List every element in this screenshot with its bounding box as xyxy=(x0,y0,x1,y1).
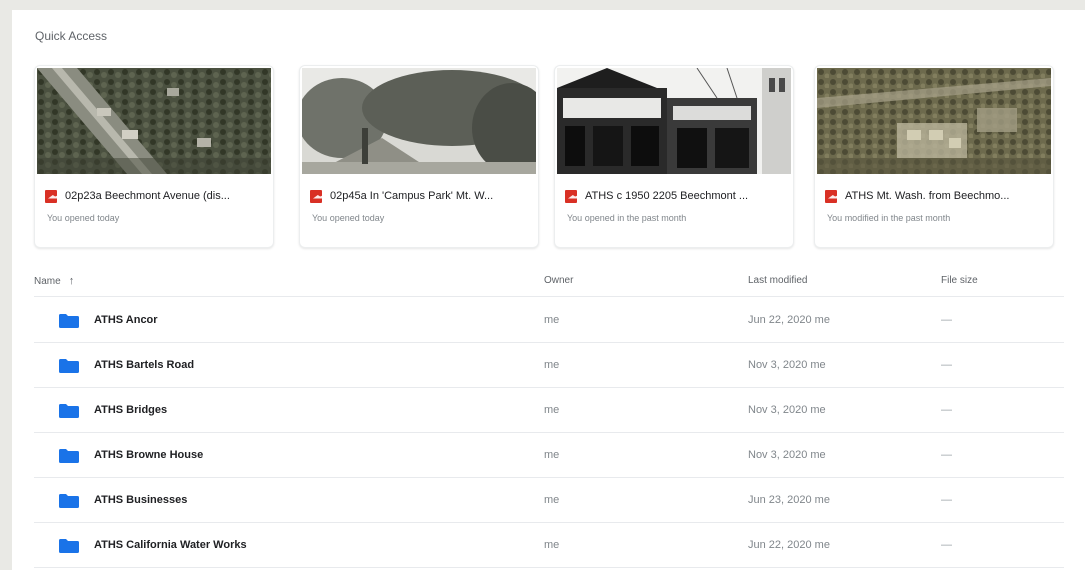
row-file-name: ATHS Bartels Road xyxy=(94,359,195,371)
table-row[interactable]: ATHS Browne House me Nov 3, 2020 me — xyxy=(34,432,1064,478)
row-file-size: — xyxy=(941,404,952,416)
column-header-name[interactable]: Name ↑ xyxy=(34,275,74,287)
row-last-modified: Nov 3, 2020 me xyxy=(748,449,826,461)
row-owner: me xyxy=(544,359,560,371)
column-header-owner[interactable]: Owner xyxy=(544,275,573,286)
row-file-name: ATHS Ancor xyxy=(94,314,158,326)
card-activity: You opened today xyxy=(312,213,385,223)
file-thumbnail xyxy=(302,68,536,174)
row-owner: me xyxy=(544,494,560,506)
table-row[interactable]: ATHS Businesses me Jun 23, 2020 me — xyxy=(34,477,1064,523)
file-list-header: Name ↑ Owner Last modified File size xyxy=(34,266,1064,297)
quick-access-card[interactable]: 02p45a In 'Campus Park' Mt. W... You ope… xyxy=(299,65,539,248)
file-thumbnail xyxy=(37,68,271,174)
row-file-size: — xyxy=(941,539,952,551)
folder-icon xyxy=(59,359,79,373)
table-row[interactable]: ATHS Ancor me Jun 22, 2020 me — xyxy=(34,297,1064,343)
folder-icon xyxy=(59,449,79,463)
file-thumbnail xyxy=(557,68,791,174)
column-header-last-modified[interactable]: Last modified xyxy=(748,275,807,286)
row-file-size: — xyxy=(941,314,952,326)
row-file-size: — xyxy=(941,359,952,371)
table-row[interactable]: ATHS Bridges me Nov 3, 2020 me — xyxy=(34,387,1064,433)
pdf-icon xyxy=(45,189,57,203)
row-last-modified: Jun 23, 2020 me xyxy=(748,494,830,506)
row-last-modified: Nov 3, 2020 me xyxy=(748,404,826,416)
card-activity: You opened in the past month xyxy=(567,213,687,223)
card-file-name: ATHS Mt. Wash. from Beechmo... xyxy=(845,190,1010,202)
quick-access-card[interactable]: ATHS Mt. Wash. from Beechmo... You modif… xyxy=(814,65,1054,248)
quick-access-card[interactable]: ATHS c 1950 2205 Beechmont ... You opene… xyxy=(554,65,794,248)
row-owner: me xyxy=(544,449,560,461)
card-file-name: 02p23a Beechmont Avenue (dis... xyxy=(65,190,230,202)
card-activity: You modified in the past month xyxy=(827,213,951,223)
row-file-size: — xyxy=(941,449,952,461)
table-row[interactable]: ATHS California Water Works me Jun 22, 2… xyxy=(34,522,1064,568)
card-file-name: ATHS c 1950 2205 Beechmont ... xyxy=(585,190,749,202)
folder-icon xyxy=(59,404,79,418)
pdf-icon xyxy=(565,189,577,203)
quick-access-card[interactable]: 02p23a Beechmont Avenue (dis... You open… xyxy=(34,65,274,248)
row-owner: me xyxy=(544,314,560,326)
row-last-modified: Jun 22, 2020 me xyxy=(748,539,830,551)
row-file-name: ATHS Bridges xyxy=(94,404,168,416)
column-header-file-size[interactable]: File size xyxy=(941,275,978,286)
row-owner: me xyxy=(544,404,560,416)
row-file-size: — xyxy=(941,494,952,506)
folder-icon xyxy=(59,539,79,553)
row-file-name: ATHS Browne House xyxy=(94,449,204,461)
card-activity: You opened today xyxy=(47,213,120,223)
row-file-name: ATHS Businesses xyxy=(94,494,188,506)
arrow-up-icon[interactable]: ↑ xyxy=(69,275,75,287)
pdf-icon xyxy=(825,189,837,203)
folder-icon xyxy=(59,494,79,508)
row-file-name: ATHS California Water Works xyxy=(94,539,247,551)
row-last-modified: Jun 22, 2020 me xyxy=(748,314,830,326)
row-owner: me xyxy=(544,539,560,551)
quick-access-title: Quick Access xyxy=(35,29,108,43)
file-thumbnail xyxy=(817,68,1051,174)
pdf-icon xyxy=(310,189,322,203)
table-row[interactable]: ATHS Bartels Road me Nov 3, 2020 me — xyxy=(34,342,1064,388)
card-file-name: 02p45a In 'Campus Park' Mt. W... xyxy=(330,190,494,202)
row-last-modified: Nov 3, 2020 me xyxy=(748,359,826,371)
drive-main-panel: Quick Access 02p23a Beechmont Avenue (di… xyxy=(12,10,1085,570)
folder-icon xyxy=(59,314,79,328)
